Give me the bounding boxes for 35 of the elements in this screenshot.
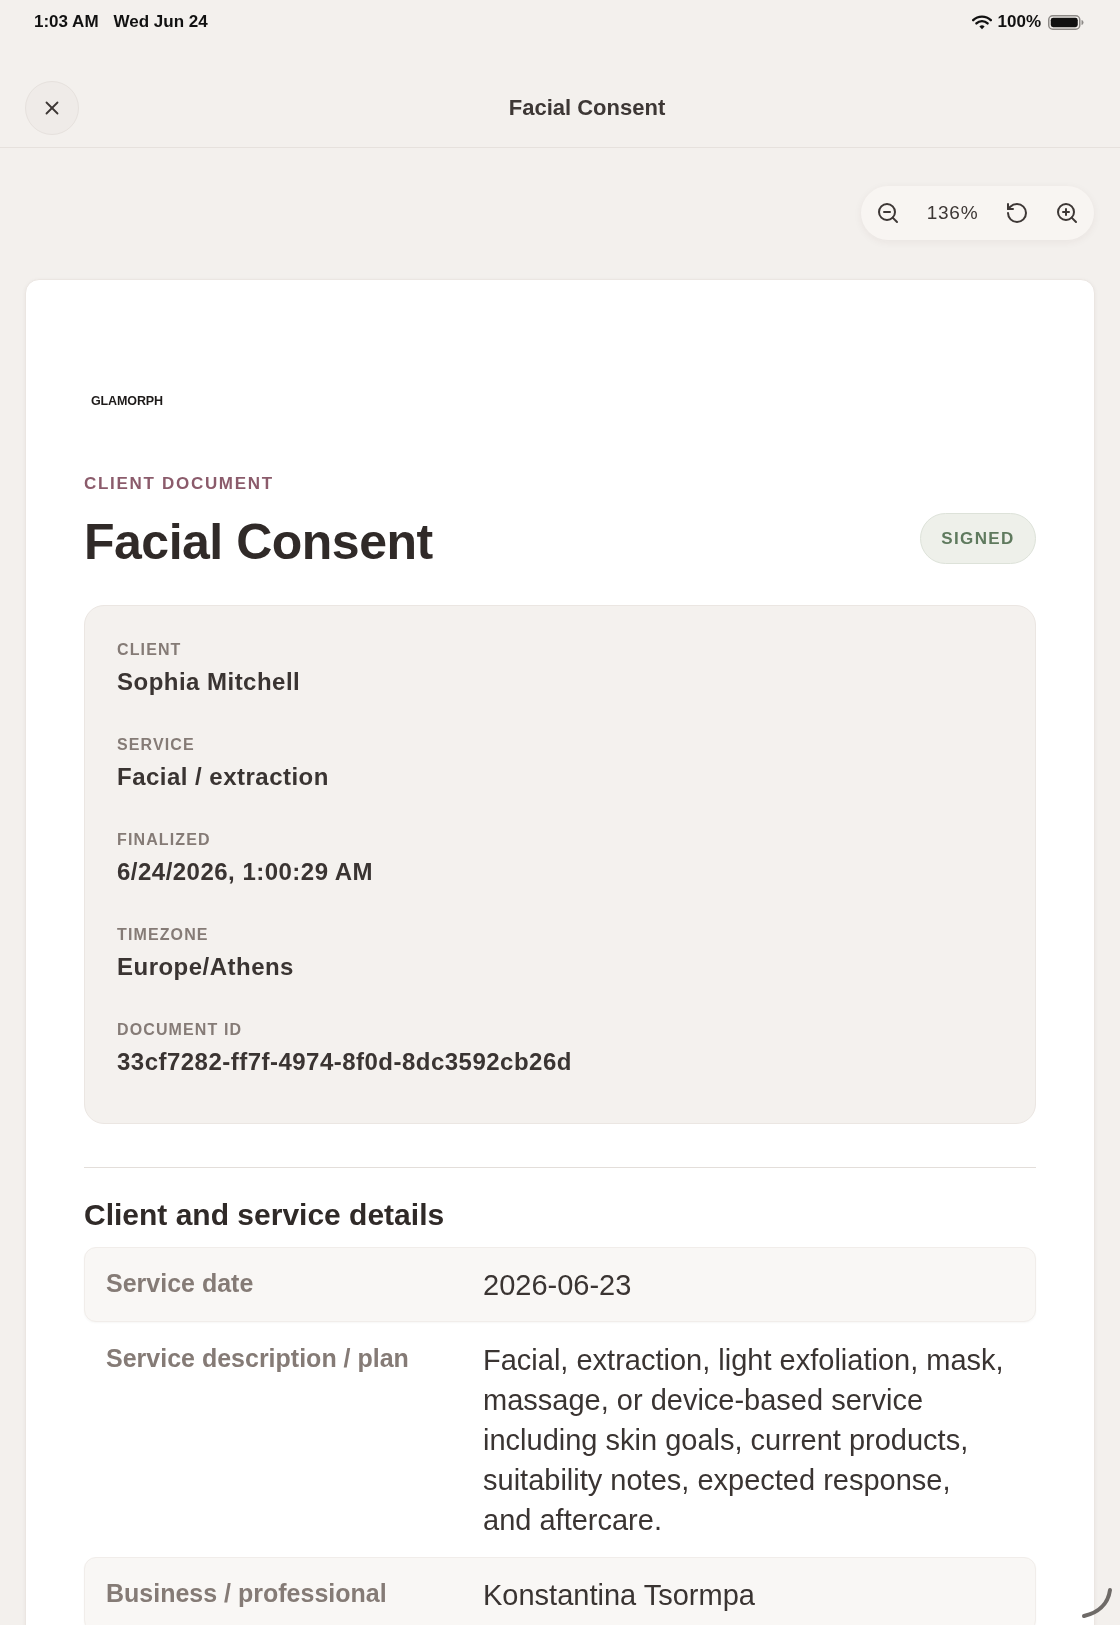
summary-label: TIMEZONE <box>117 925 209 945</box>
section-heading: Client and service details <box>84 1198 446 1232</box>
zoom-out-icon <box>876 201 900 225</box>
summary-value: 6/24/2026, 1:00:29 AM <box>117 858 373 886</box>
summary-value: 33cf7282-ff7f-4974-8f0d-8dc3592cb26d <box>117 1048 572 1076</box>
summary-value: Facial / extraction <box>117 763 329 791</box>
summary-value: Europe/Athens <box>117 953 294 981</box>
summary-label: DOCUMENT ID <box>117 1020 243 1040</box>
rotate-left-icon <box>1005 201 1029 225</box>
detail-label: Business / professional <box>106 1579 387 1607</box>
zoom-out-button[interactable] <box>876 201 900 225</box>
detail-label: Service date <box>106 1269 254 1297</box>
zoom-level: 136% <box>926 200 979 225</box>
detail-value: Konstantina Tsormpa <box>483 1578 756 1613</box>
wifi-icon <box>971 14 992 30</box>
status-time: 1:03 AM <box>34 11 99 34</box>
detail-value: Facial, extraction, light exfoliation, mask, massage, or device-based service including skin goals, current products, suitability notes, expected response, and aftercare. <box>483 1343 1005 1538</box>
header-title: Facial Consent <box>508 94 666 122</box>
detail-value: 2026-06-23 <box>483 1268 633 1303</box>
document-title: Facial Consent <box>84 513 433 570</box>
summary-label: CLIENT <box>117 640 182 660</box>
detail-label: Service description / plan <box>106 1344 409 1372</box>
summary-value: Sophia Mitchell <box>117 668 301 696</box>
corner-arc-icon <box>1081 1587 1113 1619</box>
summary-label: SERVICE <box>117 735 195 755</box>
reset-zoom-button[interactable] <box>1005 201 1029 225</box>
zoom-in-button[interactable] <box>1055 201 1079 225</box>
status-badge: SIGNED <box>920 513 1036 564</box>
brand-logo: GLAMORPH <box>91 394 163 408</box>
summary-label: FINALIZED <box>117 830 211 850</box>
status-date: Wed Jun 24 <box>113 11 208 34</box>
battery-percentage: 100% <box>997 11 1041 34</box>
document-type-label: CLIENT DOCUMENT <box>84 474 274 493</box>
battery-icon <box>1048 14 1084 30</box>
zoom-in-icon <box>1055 201 1079 225</box>
